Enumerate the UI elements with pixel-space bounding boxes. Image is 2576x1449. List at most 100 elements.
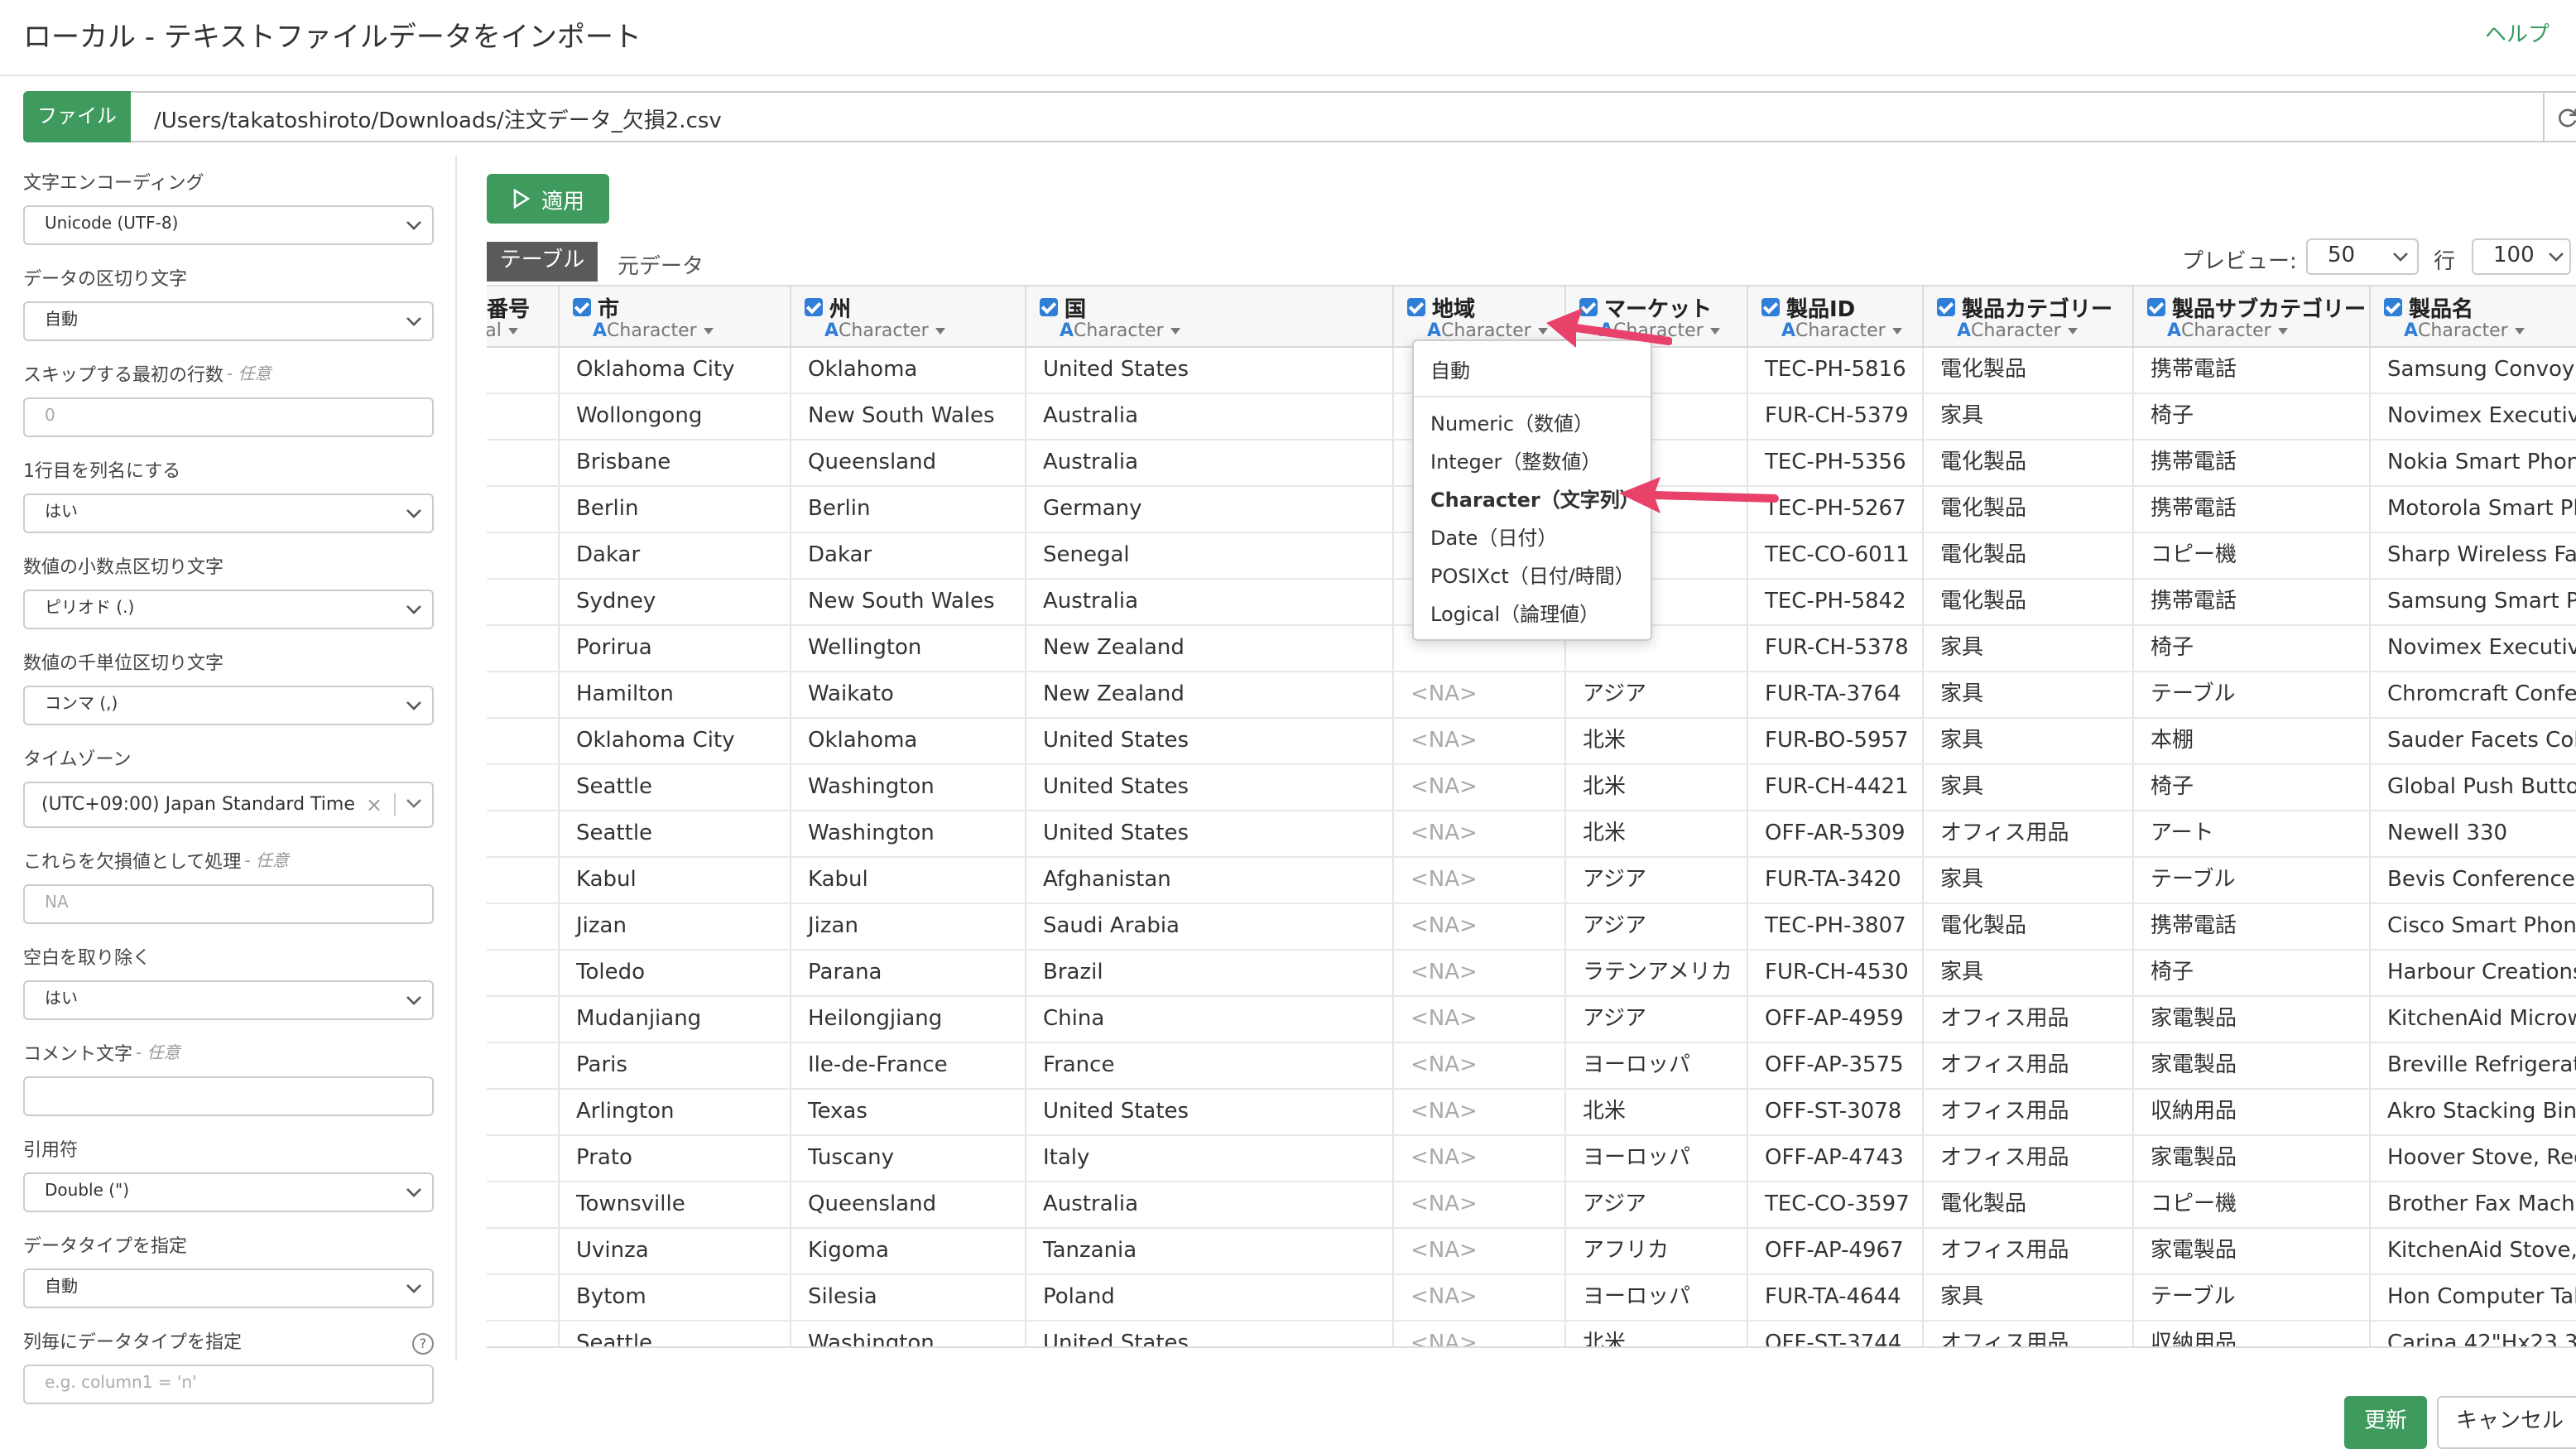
column-checkbox[interactable]: [2147, 298, 2165, 316]
table-cell: [487, 1136, 560, 1181]
menu-item-integer[interactable]: Integer（整数値）: [1430, 447, 1601, 475]
table-cell: Waikato: [791, 672, 1026, 717]
menu-item-numeric[interactable]: Numeric（数値）: [1430, 409, 1593, 437]
table-row: Hamilton Waikato New Zealand <NA> アジア FUR-TA-…: [487, 672, 2576, 719]
help-icon[interactable]: ?: [412, 1332, 434, 1354]
table-cell: FUR-CH-4530: [1748, 951, 1924, 995]
column-checkbox[interactable]: [1407, 298, 1425, 316]
column-checkbox[interactable]: [2384, 298, 2402, 316]
menu-item-date[interactable]: Date（日付）: [1430, 523, 1557, 551]
table-cell: [487, 1043, 560, 1088]
trim-select[interactable]: はい: [23, 980, 434, 1020]
column-type-selector[interactable]: ACharacter: [593, 320, 714, 341]
table-cell: United States: [1026, 811, 1394, 856]
column-type-selector[interactable]: ACharacter: [2167, 320, 2288, 341]
datatype-select[interactable]: 自動: [23, 1268, 434, 1308]
tab-table[interactable]: テーブル: [487, 242, 598, 282]
column-type-selector[interactable]: ACharacter: [1427, 320, 1548, 341]
thousands-select[interactable]: コンマ (,): [23, 686, 434, 725]
column-header[interactable]: 番号ical: [487, 286, 560, 346]
menu-item-auto[interactable]: 自動: [1430, 356, 1470, 384]
table-cell: 家具: [1924, 626, 2134, 671]
table-cell: Bevis Conference Tab: [2371, 858, 2576, 903]
table-cell: Newell 330: [2371, 811, 2576, 856]
annotation-arrow-icon: [1546, 308, 1672, 348]
table-cell: KitchenAid Microwave: [2371, 997, 2576, 1042]
timezone-select[interactable]: (UTC+09:00) Japan Standard Time ×: [23, 782, 434, 828]
table-cell: 携帯電話: [2134, 348, 2371, 392]
table-cell: [487, 811, 560, 856]
tab-raw-data[interactable]: 元データ: [618, 248, 704, 280]
header-row-label: 1行目を列名にする: [23, 460, 181, 482]
skip-rows-input[interactable]: 0: [23, 397, 434, 437]
table-cell: FUR-TA-3764: [1748, 672, 1924, 717]
column-header[interactable]: 市 ACharacter: [560, 286, 791, 346]
column-type-input[interactable]: e.g. column1 = 'n': [23, 1365, 434, 1404]
menu-item-character[interactable]: Character（文字列）: [1430, 485, 1640, 513]
column-type-selector[interactable]: ACharacter: [1781, 320, 1902, 341]
table-cell: ヨーロッパ: [1566, 1136, 1748, 1181]
quote-select[interactable]: Double ("): [23, 1172, 434, 1212]
table-cell: アジア: [1566, 672, 1748, 717]
import-options-sidebar: 文字エンコーディング Unicode (UTF-8) データの区切り文字 自動 …: [23, 172, 434, 1427]
menu-item-posixct[interactable]: POSIXct（日付/時間）: [1430, 561, 1635, 590]
header-divider: [0, 75, 2576, 76]
file-button[interactable]: ファイル: [23, 91, 131, 142]
column-type-label: Character: [2418, 320, 2508, 341]
comment-char-input[interactable]: [23, 1076, 434, 1116]
na-values-input[interactable]: NA: [23, 884, 434, 924]
column-type-selector[interactable]: ACharacter: [2404, 320, 2525, 341]
column-checkbox[interactable]: [805, 298, 823, 316]
refresh-icon[interactable]: [2543, 93, 2576, 141]
delimiter-select[interactable]: 自動: [23, 301, 434, 341]
table-cell: Queensland: [791, 440, 1026, 485]
header-row-select[interactable]: はい: [23, 493, 434, 533]
rows-select[interactable]: 100: [2472, 238, 2571, 275]
apply-button[interactable]: 適用: [487, 174, 609, 224]
decimal-select[interactable]: ピリオド (.): [23, 590, 434, 629]
help-link[interactable]: ヘルプ: [2485, 17, 2550, 48]
table-cell: <NA>: [1394, 1090, 1566, 1134]
column-header[interactable]: 製品ID ACharacter: [1748, 286, 1924, 346]
table-row: Paris Ile-de-France France <NA> ヨーロッパ OFF-AP-…: [487, 1043, 2576, 1090]
column-type-selector[interactable]: ACharacter: [824, 320, 945, 341]
table-cell: OFF-ST-3744: [1748, 1321, 1924, 1346]
column-type-selector[interactable]: ACharacter: [1060, 320, 1180, 341]
table-cell: <NA>: [1394, 1321, 1566, 1346]
table-cell: TEC-PH-3807: [1748, 904, 1924, 949]
table-cell: <NA>: [1394, 672, 1566, 717]
update-button[interactable]: 更新: [2344, 1396, 2427, 1449]
clear-icon[interactable]: ×: [366, 783, 382, 826]
table-cell: [487, 440, 560, 485]
table-cell: 本棚: [2134, 719, 2371, 763]
preview-select[interactable]: 50: [2306, 238, 2419, 275]
column-header[interactable]: 製品サブカテゴリー ACharacter: [2134, 286, 2371, 346]
column-header[interactable]: 製品カテゴリー ACharacter: [1924, 286, 2134, 346]
table-cell: New Zealand: [1026, 626, 1394, 671]
column-checkbox[interactable]: [1761, 298, 1780, 316]
column-checkbox[interactable]: [1040, 298, 1058, 316]
table-cell: Toledo: [560, 951, 791, 995]
na-label: これらを欠損値として処理 - 任意: [23, 851, 289, 873]
caret-down-icon: [1709, 328, 1720, 335]
table-cell: [487, 672, 560, 717]
column-checkbox[interactable]: [1937, 298, 1955, 316]
menu-item-logical[interactable]: Logical（論理値）: [1430, 599, 1599, 628]
table-cell: オフィス用品: [1924, 1229, 2134, 1273]
table-cell: Berlin: [560, 487, 791, 532]
cancel-button[interactable]: キャンセル: [2437, 1396, 2576, 1449]
table-cell: 電化製品: [1924, 440, 2134, 485]
column-type-selector[interactable]: ical: [487, 320, 518, 341]
table-cell: アジア: [1566, 904, 1748, 949]
column-type-selector[interactable]: ACharacter: [1957, 320, 2078, 341]
column-checkbox[interactable]: [573, 298, 591, 316]
column-header[interactable]: 州 ACharacter: [791, 286, 1026, 346]
column-header[interactable]: 国 ACharacter: [1026, 286, 1394, 346]
encoding-select[interactable]: Unicode (UTF-8): [23, 205, 434, 245]
table-cell: Sharp Wireless Fax, H: [2371, 533, 2576, 578]
character-type-icon: A: [1427, 320, 1442, 341]
column-header[interactable]: 製品名 ACharacter: [2371, 286, 2576, 346]
table-cell: [487, 1090, 560, 1134]
table-cell: アジア: [1566, 858, 1748, 903]
table-cell: 家具: [1924, 394, 2134, 439]
